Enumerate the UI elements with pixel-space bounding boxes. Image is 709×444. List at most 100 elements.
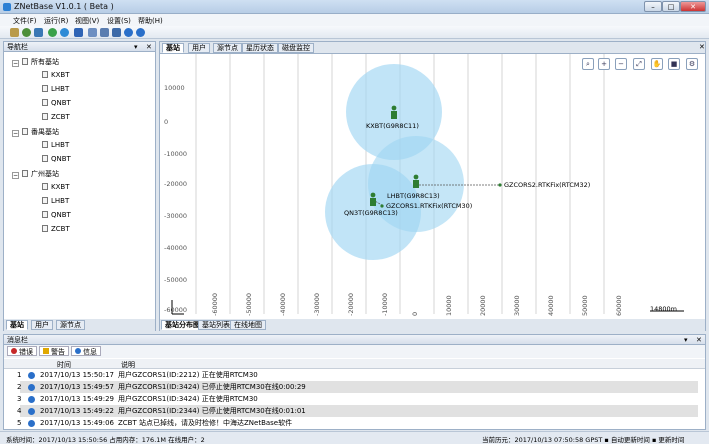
nav-bottom-tabs: 基站 用户 源节点	[4, 319, 155, 331]
menu-run[interactable]: 运行(R)	[44, 16, 68, 26]
zoom-in-icon[interactable]: ⌕	[582, 58, 594, 70]
message-panel: 消息栏 ▾ ✕ 错误 警告 信息 时间 说明 1 2017/10/13 15:50…	[3, 334, 706, 430]
station-marker-head	[370, 192, 376, 198]
help-icon[interactable]	[124, 28, 133, 37]
station-label-lhbt: LHBT(G9R8C13)	[387, 192, 440, 200]
tab-map-stations[interactable]: 基站	[162, 43, 184, 53]
tree-item[interactable]: QNBT	[42, 211, 71, 219]
x-tick: -40000	[279, 292, 287, 316]
tree-item[interactable]: QNBT	[42, 155, 71, 163]
hand-icon[interactable]: ✋	[651, 58, 663, 70]
nav-panel-header: 导航栏 ▾ ✕	[4, 42, 155, 52]
table-row[interactable]: 3 2017/10/13 15:49:29 用户GZCORS1(ID:3424) 正…	[17, 393, 698, 405]
list-icon[interactable]	[100, 28, 109, 37]
play-icon[interactable]	[48, 28, 57, 37]
info-icon	[28, 408, 35, 415]
tree-item[interactable]: LHBT	[42, 197, 69, 205]
warning-icon	[43, 348, 49, 354]
menu-view[interactable]: 视图(V)	[75, 16, 99, 26]
info-icon	[28, 396, 35, 403]
x-tick: 20000	[479, 295, 487, 316]
user-icon[interactable]	[22, 28, 31, 37]
tab-map-sources[interactable]: 源节点	[213, 43, 242, 53]
y-tick: -60000	[164, 306, 188, 314]
app-icon	[3, 3, 11, 11]
x-tick: 40000	[547, 295, 555, 316]
messages-pin-button[interactable]: ▾	[684, 335, 688, 345]
tree-item[interactable]: LHBT	[42, 141, 69, 149]
maximize-button[interactable]: □	[662, 1, 680, 12]
message-table-header: 时间 说明	[4, 359, 705, 369]
settings-icon[interactable]: ⚙	[686, 58, 698, 70]
document-icon[interactable]	[88, 28, 97, 37]
collapse-icon[interactable]: −	[12, 172, 19, 179]
tree-group[interactable]: − 所有基站	[12, 57, 59, 67]
tab-online-map[interactable]: 在线地图	[230, 320, 266, 330]
nav-pin-button[interactable]: ▾	[134, 42, 138, 52]
y-tick: 10000	[164, 84, 185, 92]
y-tick: 0	[164, 118, 169, 126]
tab-ephemeris[interactable]: 星历状态	[242, 43, 278, 53]
menu-bar: 文件(F) 运行(R) 视图(V) 设置(S) 帮助(H)	[0, 14, 709, 26]
station-marker	[370, 198, 376, 206]
status-left: 系统时间：2017/10/13 15:50:56 占用内存：176.1M 在线用…	[6, 436, 205, 444]
map-bottom-tabs: 基站分布图 基站列表 在线地图	[160, 319, 705, 331]
minimize-button[interactable]: –	[644, 1, 662, 12]
x-tick: 50000	[581, 295, 589, 316]
tree-group[interactable]: − 番禺基站	[12, 127, 59, 137]
refresh-icon[interactable]	[74, 28, 83, 37]
info-icon[interactable]	[136, 28, 145, 37]
close-button[interactable]: ✕	[680, 1, 706, 12]
y-tick: -10000	[164, 150, 188, 158]
user-marker	[498, 183, 502, 187]
main-close-button[interactable]: ✕	[696, 43, 708, 53]
table-row[interactable]: 5 2017/10/13 15:49:06 ZCBT 站点已掉线，请及时检修！中海达…	[17, 417, 698, 429]
table-row[interactable]: 2 2017/10/13 15:49:57 用户GZCORS1(ID:3424) 已…	[17, 381, 698, 393]
message-panel-title: 消息栏	[7, 336, 28, 344]
menu-settings[interactable]: 设置(S)	[107, 16, 131, 26]
tree-item[interactable]: ZCBT	[42, 113, 70, 121]
tab-sources[interactable]: 源节点	[56, 320, 85, 330]
zoom-in-plus-icon[interactable]: +	[598, 58, 610, 70]
filter-info-button[interactable]: 信息	[71, 346, 101, 356]
tree-item[interactable]: ZCBT	[42, 225, 70, 233]
zoom-out-icon[interactable]: −	[615, 58, 627, 70]
stop-icon[interactable]	[60, 28, 69, 37]
export-icon[interactable]	[112, 28, 121, 37]
status-bar: 系统时间：2017/10/13 15:50:56 占用内存：176.1M 在线用…	[0, 431, 709, 444]
filter-error-button[interactable]: 错误	[7, 346, 37, 356]
map-canvas[interactable]	[160, 54, 705, 318]
user-add-icon[interactable]	[34, 28, 43, 37]
tree-group[interactable]: − 广州基站	[12, 169, 59, 179]
menu-help[interactable]: 帮助(H)	[138, 16, 163, 26]
tab-disk-monitor[interactable]: 磁盘监控	[278, 43, 314, 53]
toolbar	[0, 26, 709, 39]
station-icon	[42, 155, 48, 162]
table-row[interactable]: 1 2017/10/13 15:50:17 用户GZCORS1(ID:2212) 正…	[17, 369, 698, 381]
station-marker	[391, 111, 397, 119]
filter-warning-button[interactable]: 警告	[39, 346, 69, 356]
collapse-icon[interactable]: −	[12, 60, 19, 67]
menu-file[interactable]: 文件(F)	[13, 16, 37, 26]
folder-icon	[22, 58, 28, 65]
tree-item[interactable]: KXBT	[42, 183, 69, 191]
tab-map-users[interactable]: 用户	[188, 43, 210, 53]
table-row[interactable]: 4 2017/10/13 15:49:22 用户GZCORS1(ID:2344) 已…	[17, 405, 698, 417]
square-icon[interactable]: ■	[668, 58, 680, 70]
nav-close-button[interactable]: ✕	[146, 42, 152, 52]
station-icon	[42, 211, 48, 218]
tab-stations[interactable]: 基站	[6, 320, 28, 330]
info-icon	[75, 348, 81, 354]
collapse-icon[interactable]: −	[12, 130, 19, 137]
messages-close-button[interactable]: ✕	[696, 335, 702, 345]
tree-item[interactable]: QNBT	[42, 99, 71, 107]
tree-item[interactable]: LHBT	[42, 85, 69, 93]
lock-icon[interactable]	[10, 28, 19, 37]
station-icon	[42, 197, 48, 204]
tab-users[interactable]: 用户	[31, 320, 53, 330]
y-tick: -50000	[164, 276, 188, 284]
fit-icon[interactable]: ⤢	[633, 58, 645, 70]
tab-station-list[interactable]: 基站列表	[198, 320, 234, 330]
tree-item[interactable]: KXBT	[42, 71, 69, 79]
user-marker	[380, 204, 384, 208]
